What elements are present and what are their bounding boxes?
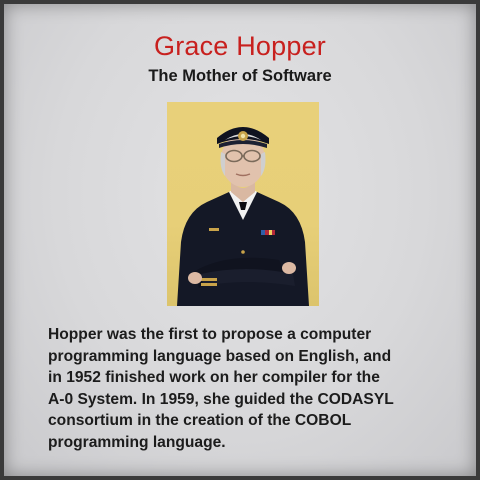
sleeve-stripe [201,278,217,281]
page-title: Grace Hopper [154,31,326,61]
hair [220,152,225,176]
portrait-photo [167,102,319,306]
post-card: Grace Hopper The Mother of Software Hopp… [0,0,480,480]
description-text: Hopper was the first to propose a comput… [48,326,394,451]
page-subtitle: The Mother of Software [148,67,332,85]
hand [188,272,202,284]
portrait-illustration [177,127,309,306]
